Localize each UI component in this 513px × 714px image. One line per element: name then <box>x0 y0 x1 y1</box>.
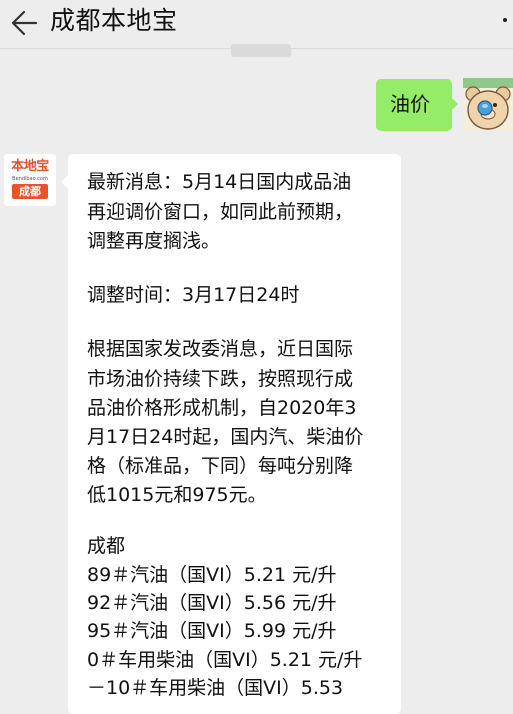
user-message-text: 油价 <box>390 92 430 116</box>
user-avatar[interactable] <box>463 78 513 130</box>
message-line: 低1015元和975元。 <box>87 484 267 506</box>
message-line: －10＃车用柴油（国VI）5.53 <box>87 677 344 699</box>
arrow-left-icon <box>11 10 38 36</box>
message-line: 品油价格形成机制，自2020年3 <box>87 397 357 419</box>
user-bubble-tail <box>451 97 458 111</box>
bot-bubble-tail <box>61 175 68 189</box>
message-line: 0＃车用柴油（国VI）5.21 元/升 <box>87 649 363 671</box>
bot-avatar[interactable]: 本地宝 Bendibao.com 成都 <box>4 154 56 206</box>
message-line: 95＃汽油（国VI）5.99 元/升 <box>87 620 337 642</box>
message-line: 89＃汽油（国VI）5.21 元/升 <box>87 564 337 586</box>
message-line: 成都 <box>87 535 126 557</box>
message-line: 月17日24时起，国内汽、柴油价 <box>87 426 364 448</box>
bot-logo-url: Bendibao.com <box>12 176 48 182</box>
chat-header: 成都本地宝 <box>0 0 513 49</box>
message-line: 最新消息：5月14日国内成品油 <box>87 171 352 193</box>
message-line: 市场油价持续下跌，按照现行成 <box>87 368 354 390</box>
message-line: 调整再度搁浅。 <box>87 230 221 252</box>
message-line: 再迎调价窗口，如同此前预期， <box>87 201 354 223</box>
chat-title: 成都本地宝 <box>50 6 178 35</box>
message-line: 92＃汽油（国VI）5.56 元/升 <box>87 592 337 614</box>
more-dots-icon <box>503 18 507 22</box>
message-line: 根据国家发改委消息，近日国际 <box>87 338 354 360</box>
more-button[interactable] <box>503 18 511 26</box>
message-line: 格（标准品，下同）每吨分别降 <box>87 455 354 477</box>
bot-logo-city-badge: 成都 <box>12 184 48 199</box>
back-button[interactable] <box>8 6 42 40</box>
bear-avatar-icon <box>463 78 513 130</box>
bot-logo-text: 本地宝 <box>11 159 49 174</box>
message-line: 调整时间：3月17日24时 <box>87 284 300 306</box>
timestamp-pill <box>231 44 291 57</box>
